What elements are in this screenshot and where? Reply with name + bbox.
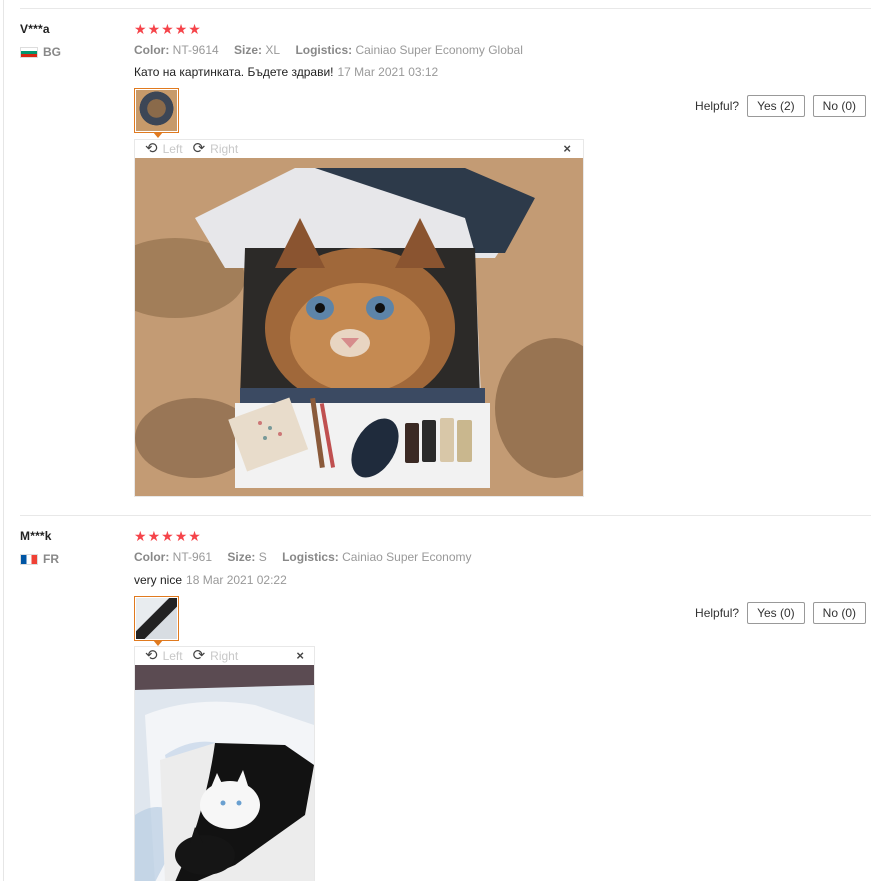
star-icon: ★ <box>188 528 201 544</box>
reviewer-name: V***a <box>20 22 50 36</box>
thumbnail-pointer <box>153 132 163 138</box>
viewer-toolbar: ⟲ Left ⟳ Right × <box>135 647 314 665</box>
rotate-right-button[interactable]: ⟳ Right <box>192 140 239 157</box>
review-photo-thumbnail[interactable] <box>134 596 179 646</box>
star-icon: ★ <box>134 528 147 544</box>
star-icon: ★ <box>161 528 174 544</box>
star-icon: ★ <box>147 21 161 37</box>
reviewer-country: FR <box>20 552 59 566</box>
viewer-toolbar: ⟲ Left ⟳ Right × <box>135 140 583 158</box>
color-label: Color: <box>134 43 170 57</box>
order-attributes: Color: NT-9614 Size: XL Logistics: Caini… <box>134 43 535 57</box>
review-text: very nice <box>134 573 183 587</box>
star-icon: ★ <box>147 528 161 544</box>
star-icon: ★ <box>134 21 147 37</box>
country-code: FR <box>43 552 59 566</box>
helpful-votes: Helpful? Yes (2) No (0) <box>695 95 866 117</box>
rotate-left-icon: ⟲ <box>145 140 158 157</box>
rotate-left-icon: ⟲ <box>145 647 158 664</box>
size-label: Size: <box>227 550 256 564</box>
helpful-no-button[interactable]: No (0) <box>812 602 866 624</box>
color-label: Color: <box>134 550 170 564</box>
review-text: Като на картинката. Бъдете здрави! <box>134 65 334 79</box>
photo-viewer: ⟲ Left ⟳ Right × <box>134 139 584 497</box>
rotate-right-button[interactable]: ⟳ Right <box>192 647 239 664</box>
order-attributes: Color: NT-961 Size: S Logistics: Cainiao… <box>134 550 484 564</box>
bulgaria-flag-icon <box>20 46 38 58</box>
rotate-left-label: Left <box>162 649 183 663</box>
review-date: 17 Mar 2021 03:12 <box>337 65 439 79</box>
review-photo <box>135 665 314 881</box>
star-icon: ★ <box>161 21 174 37</box>
size-value: S <box>258 550 267 564</box>
star-icon: ★ <box>174 528 188 544</box>
helpful-votes: Helpful? Yes (0) No (0) <box>695 602 866 624</box>
logistics-value: Cainiao Super Economy <box>342 550 472 564</box>
review-date: 18 Mar 2021 02:22 <box>186 573 287 587</box>
color-value: NT-9614 <box>172 43 219 57</box>
size-label: Size: <box>234 43 263 57</box>
reviewer-name: M***k <box>20 529 52 543</box>
close-viewer-icon[interactable]: × <box>563 141 571 156</box>
country-code: BG <box>43 45 61 59</box>
star-rating: ★ ★ ★ ★ ★ <box>134 22 201 36</box>
france-flag-icon <box>20 553 38 565</box>
color-value: NT-961 <box>172 550 213 564</box>
review-content: very nice 18 Mar 2021 02:22 <box>134 573 287 587</box>
star-icon: ★ <box>188 21 201 37</box>
review-content: Като на картинката. Бъдете здрави! 17 Mar… <box>134 65 438 79</box>
photo-viewer: ⟲ Left ⟳ Right × <box>134 646 315 881</box>
helpful-yes-button[interactable]: Yes (0) <box>747 602 805 624</box>
rotate-left-button[interactable]: ⟲ Left <box>145 140 183 157</box>
helpful-yes-button[interactable]: Yes (2) <box>747 95 805 117</box>
logistics-label: Logistics: <box>282 550 339 564</box>
logistics-label: Logistics: <box>295 43 353 57</box>
star-rating: ★ ★ ★ ★ ★ <box>134 529 201 543</box>
helpful-label: Helpful? <box>695 99 740 113</box>
size-value: XL <box>265 43 281 57</box>
helpful-no-button[interactable]: No (0) <box>812 95 866 117</box>
rotate-left-label: Left <box>162 142 183 156</box>
review-photo-thumbnail[interactable] <box>134 88 179 138</box>
page-left-border <box>3 0 4 881</box>
review-photo <box>135 158 583 496</box>
rotate-right-label: Right <box>210 142 239 156</box>
review-divider <box>20 515 871 516</box>
close-viewer-icon[interactable]: × <box>296 648 304 663</box>
top-divider <box>20 8 871 9</box>
rotate-right-label: Right <box>210 649 239 663</box>
rotate-right-icon: ⟳ <box>192 140 206 157</box>
reviewer-country: BG <box>20 45 61 59</box>
star-icon: ★ <box>174 21 188 37</box>
rotate-right-icon: ⟳ <box>192 647 206 664</box>
logistics-value: Cainiao Super Economy Global <box>355 43 523 57</box>
rotate-left-button[interactable]: ⟲ Left <box>145 647 183 664</box>
helpful-label: Helpful? <box>695 606 740 620</box>
